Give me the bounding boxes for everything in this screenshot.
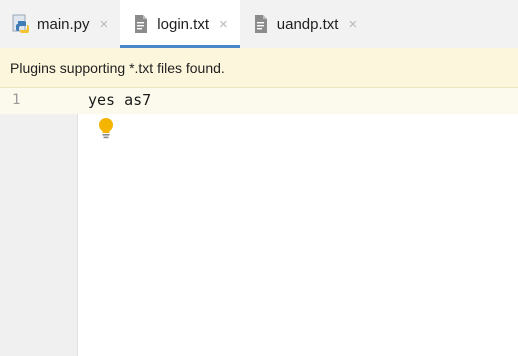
tab-label: login.txt — [157, 15, 209, 33]
close-icon[interactable]: × — [100, 17, 109, 32]
line-number: 1 — [12, 92, 21, 108]
line-number-gutter[interactable]: 1 — [0, 88, 78, 356]
tab-login-txt[interactable]: login.txt × — [120, 0, 241, 48]
plugin-suggestion-banner: Plugins supporting *.txt files found. — [0, 48, 518, 88]
close-icon[interactable]: × — [348, 17, 357, 32]
tab-main-py[interactable]: main.py × — [0, 0, 120, 48]
python-file-icon — [12, 14, 30, 34]
tab-label: main.py — [37, 15, 90, 33]
text-editor[interactable]: 1 yes as7 — [0, 88, 518, 356]
tab-label: uandp.txt — [276, 15, 339, 33]
editor-window: main.py × login.txt × uandp.txt × Plugin… — [0, 0, 518, 356]
close-icon[interactable]: × — [219, 17, 228, 32]
tab-uandp-txt[interactable]: uandp.txt × — [240, 0, 369, 48]
editor-tab-bar: main.py × login.txt × uandp.txt × — [0, 0, 518, 48]
code-line[interactable]: yes as7 — [88, 91, 151, 109]
banner-message: Plugins supporting *.txt files found. — [10, 59, 225, 76]
lightbulb-icon[interactable] — [96, 116, 116, 142]
text-file-icon — [252, 14, 270, 34]
text-file-icon — [132, 14, 150, 34]
